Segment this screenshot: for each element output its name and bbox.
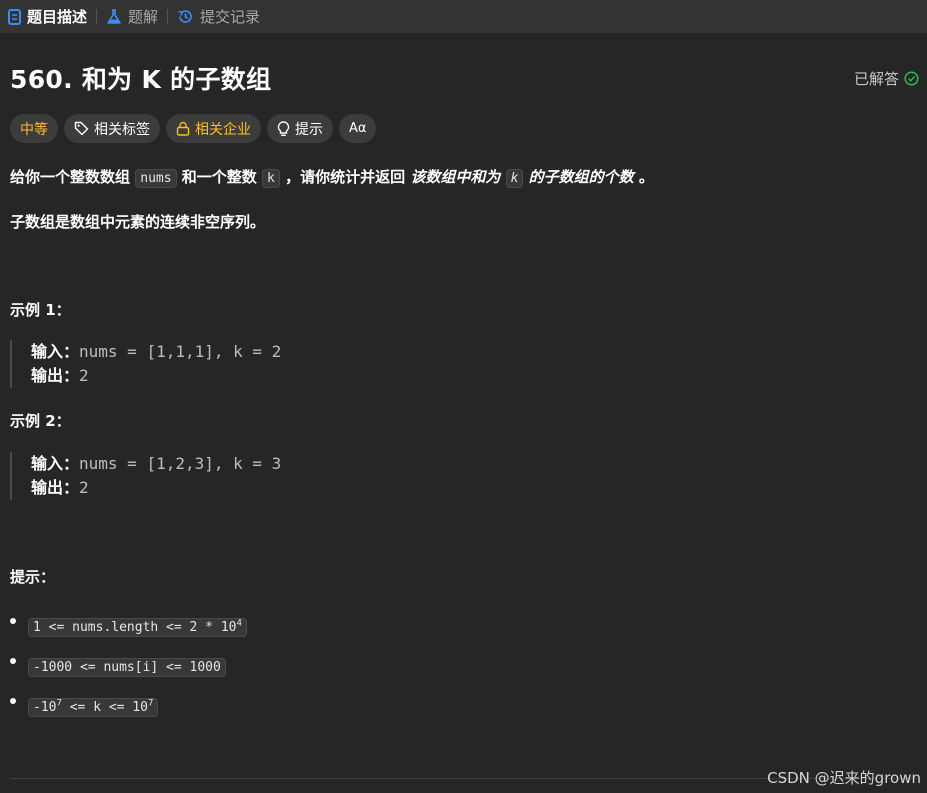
- tab-submissions-label: 提交记录: [200, 8, 261, 26]
- bullet: [10, 618, 16, 624]
- inline-code: k: [262, 169, 280, 188]
- description-text: 。: [638, 168, 654, 186]
- example-2-block: 输入：nums = [1,2,3], k = 3 输出：2: [10, 452, 281, 500]
- hint-label: 提示: [295, 121, 323, 138]
- constraint-code: 1 <= nums.length <= 2 * 104: [28, 617, 247, 637]
- lock-icon: [176, 121, 190, 136]
- font-icon: Aα: [349, 121, 367, 136]
- tab-divider: [96, 9, 98, 24]
- input-label: 输入：: [31, 454, 80, 473]
- problem-title[interactable]: 560. 和为 K 的子数组: [10, 60, 271, 96]
- font-size-button[interactable]: Aα: [339, 114, 377, 143]
- list-item: -107 <= k <= 107: [10, 687, 247, 727]
- related-companies-label: 相关企业: [195, 121, 251, 138]
- description-text: ，请你统计并返回: [285, 168, 406, 186]
- tab-bar: 题目描述 题解 提交记录: [0, 0, 927, 33]
- list-item: 1 <= nums.length <= 2 * 104: [10, 607, 247, 647]
- example-2-heading: 示例 2：: [10, 412, 71, 430]
- hint-button[interactable]: 提示: [267, 114, 333, 143]
- input-value: nums = [1,2,3], k = 3: [79, 454, 282, 473]
- solved-status: 已解答: [854, 68, 919, 89]
- description-emphasis: 的子数组的个数: [528, 168, 634, 186]
- example-1-block: 输入：nums = [1,1,1], k = 2 输出：2: [10, 340, 281, 388]
- output-value: 2: [79, 478, 89, 497]
- output-value: 2: [79, 366, 89, 385]
- related-companies-button[interactable]: 相关企业: [166, 114, 261, 143]
- tab-divider: [167, 9, 169, 24]
- bullet: [10, 698, 16, 704]
- difficulty-badge[interactable]: 中等: [10, 114, 58, 143]
- constraint-code: -107 <= k <= 107: [28, 697, 159, 717]
- flask-icon: [107, 8, 121, 24]
- description-text: 和一个整数: [181, 168, 257, 186]
- tab-submissions[interactable]: 提交记录: [177, 6, 260, 27]
- difficulty-label: 中等: [20, 121, 48, 138]
- description-paragraph: 给你一个整数数组 nums 和一个整数 k ，请你统计并返回 该数组中和为 k …: [10, 166, 654, 188]
- input-label: 输入：: [31, 342, 80, 361]
- related-tags-label: 相关标签: [94, 121, 150, 138]
- tag-row: 中等 相关标签 相关企业 提示 Aα: [10, 114, 377, 143]
- watermark: CSDN @迟来的grown: [767, 769, 921, 787]
- input-value: nums = [1,1,1], k = 2: [79, 342, 282, 361]
- description-emphasis: 该数组中和为: [410, 168, 501, 186]
- constraints-list: 1 <= nums.length <= 2 * 104 -1000 <= num…: [10, 607, 247, 727]
- tab-description-label: 题目描述: [27, 8, 88, 26]
- solved-label: 已解答: [853, 70, 899, 88]
- related-tags-button[interactable]: 相关标签: [64, 114, 160, 143]
- document-icon: [8, 8, 21, 25]
- example-1-heading: 示例 1：: [10, 301, 71, 319]
- description-paragraph-2: 子数组是数组中元素的连续非空序列。: [10, 213, 266, 231]
- constraint-code: -1000 <= nums[i] <= 1000: [28, 657, 226, 677]
- history-icon: [178, 10, 192, 23]
- constraints-heading: 提示：: [10, 568, 56, 586]
- output-label: 输出：: [31, 478, 80, 497]
- bullet: [10, 658, 16, 664]
- tab-solutions-label: 题解: [128, 8, 159, 26]
- tab-description[interactable]: 题目描述: [8, 6, 87, 27]
- check-circle-icon: [904, 71, 919, 86]
- tag-icon: [74, 121, 89, 136]
- description-text: 给你一个整数数组: [10, 168, 131, 186]
- list-item: -1000 <= nums[i] <= 1000: [10, 647, 247, 687]
- tab-solutions[interactable]: 题解: [106, 6, 158, 27]
- output-label: 输出：: [31, 366, 80, 385]
- inline-code: k: [505, 169, 524, 188]
- lightbulb-icon: [277, 120, 290, 136]
- inline-code: nums: [135, 169, 177, 188]
